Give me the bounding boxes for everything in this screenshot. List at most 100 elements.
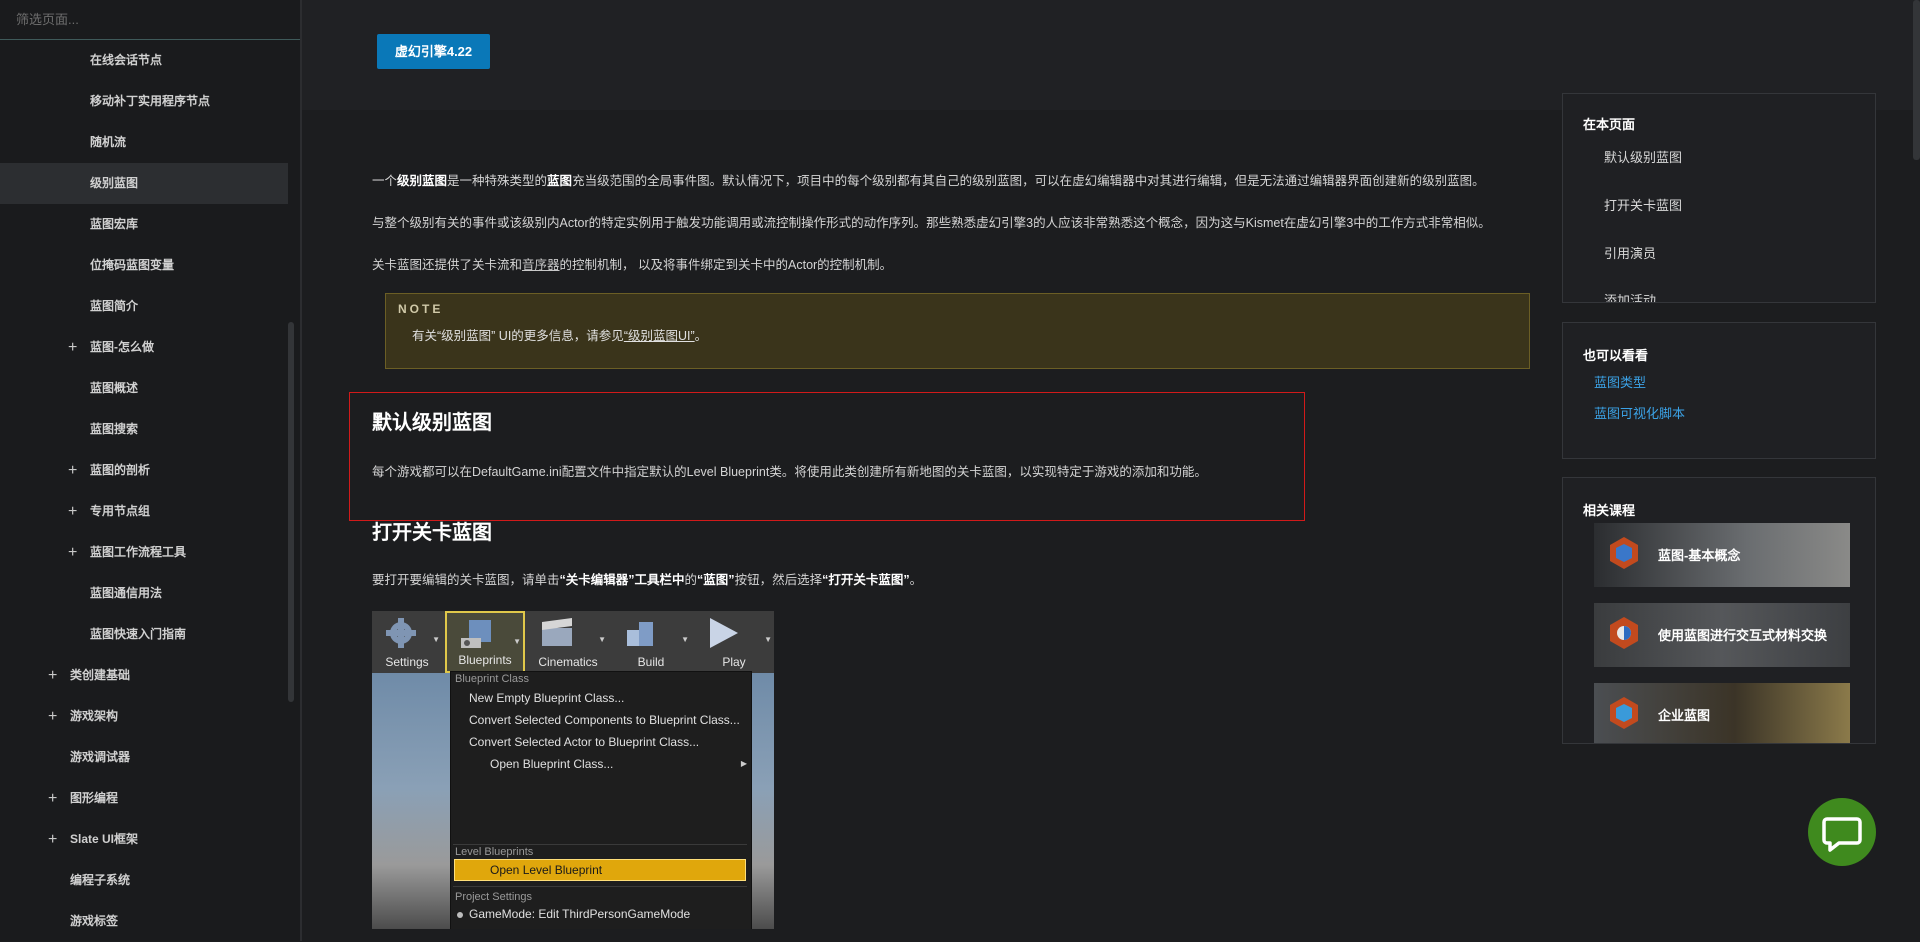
course-badge-icon [1610, 537, 1638, 569]
settings-icon [386, 618, 416, 648]
sidebar-item[interactable]: 蓝图简介 [0, 286, 288, 327]
sidebar-item[interactable]: 蓝图通信用法 [0, 573, 288, 614]
plus-icon[interactable]: + [48, 655, 57, 696]
sidebar-item[interactable]: 位掩码蓝图变量 [0, 245, 288, 286]
sidebar-item[interactable]: 蓝图搜索 [0, 409, 288, 450]
filter-box [0, 0, 300, 40]
section-text-default-level-blueprint: 每个游戏都可以在DefaultGame.ini配置文件中指定默认的Level B… [372, 465, 1207, 479]
sidebar-item-label: 在线会话节点 [90, 53, 163, 67]
menu-item-convert-actor: Convert Selected Actor to Blueprint Clas… [469, 735, 700, 749]
sidebar-item[interactable]: 移动补丁实用程序节点 [0, 81, 288, 122]
plus-icon[interactable]: + [68, 450, 77, 491]
sidebar-item-label: 蓝图工作流程工具 [90, 545, 187, 559]
sidebar-item[interactable]: 级别蓝图 [0, 163, 288, 204]
toc-title: 在本页面 [1583, 117, 1636, 132]
sidebar-item[interactable]: 游戏调试器 [0, 737, 288, 778]
sidebar-item-label: 蓝图-怎么做 [90, 340, 154, 354]
sidebar-item[interactable]: 蓝图快速入门指南 [0, 614, 288, 655]
sidebar-item-label: 蓝图通信用法 [90, 586, 163, 600]
blueprints-menu: Blueprint Class New Empty Blueprint Clas… [450, 671, 752, 929]
sidebar-item[interactable]: 在线会话节点 [0, 40, 288, 81]
toc-link-add-events[interactable]: 添加活动 [1604, 290, 1656, 302]
sidebar-nav: 在线会话节点 移动补丁实用程序节点 随机流 级别蓝图 蓝图宏库 位掩码蓝图变量 蓝图简介 + 蓝… [0, 40, 288, 942]
course-card-enterprise-blueprints[interactable]: 企业蓝图 [1594, 683, 1850, 743]
sidebar-item-label: 随机流 [90, 135, 127, 149]
chat-button[interactable] [1808, 798, 1876, 866]
filter-input[interactable] [0, 0, 300, 39]
chat-icon [1822, 817, 1862, 852]
intro-paragraph-1: 一个级别蓝图是一种特殊类型的蓝图充当级范围的全局事件图。默认情况下，项目中的每个… [372, 174, 1485, 188]
plus-icon[interactable]: + [68, 327, 77, 368]
sidebar-item[interactable]: 编程子系统 [0, 860, 288, 901]
toolbar-blueprints-label: Blueprints [458, 653, 512, 667]
plus-icon[interactable]: + [48, 819, 57, 860]
editor-toolbar: Settings ▼ Blueprints ▼ Cinematics ▼ Bui… [372, 611, 774, 674]
gamemode-dot-icon [457, 912, 463, 918]
sidebar-item-label: 编程子系统 [70, 873, 131, 887]
toc-panel: 在本页面 默认级别蓝图 打开关卡蓝图 引用演员 添加活动 [1562, 93, 1876, 303]
sidebar-item-label: 游戏标签 [70, 914, 119, 928]
sidebar-item[interactable]: + 专用节点组 [0, 491, 288, 532]
note-title: NOTE [398, 302, 444, 316]
plus-icon[interactable]: + [68, 532, 77, 573]
sidebar-item-label: Slate UI框架 [70, 832, 139, 846]
section-text-open-level-blueprint: 要打开要编辑的关卡蓝图，请单击“关卡编辑器”工具栏中的“蓝图”按钮，然后选择“打… [372, 573, 923, 587]
course-card-material-swap[interactable]: 使用蓝图进行交互式材料交换 [1594, 603, 1850, 667]
dropdown-arrow-icon: ▼ [598, 635, 606, 644]
toc-link-reference-actors[interactable]: 引用演员 [1604, 243, 1656, 262]
plus-icon[interactable]: + [48, 778, 57, 819]
level-blueprint-ui-link[interactable]: “级别蓝图UI” [624, 329, 695, 343]
sequencer-link[interactable]: 音序器 [522, 258, 560, 272]
menu-item-convert-components: Convert Selected Components to Blueprint… [469, 713, 740, 727]
submenu-arrow-icon: ▶ [740, 759, 747, 768]
blueprints-icon [461, 620, 491, 648]
sidebar-item[interactable]: + 蓝图工作流程工具 [0, 532, 288, 573]
course-badge-icon [1610, 697, 1638, 729]
course-title: 企业蓝图 [1658, 708, 1711, 723]
sidebar-item[interactable]: + 图形编程 [0, 778, 288, 819]
plus-icon[interactable]: + [68, 491, 77, 532]
dropdown-arrow-icon: ▼ [513, 637, 521, 646]
sidebar-item[interactable]: 随机流 [0, 122, 288, 163]
sidebar-item[interactable]: 游戏标签 [0, 901, 288, 942]
sidebar-item-label: 蓝图搜索 [90, 422, 139, 436]
see-also-link-blueprint-types[interactable]: 蓝图类型 [1594, 372, 1646, 391]
course-card-blueprint-basics[interactable]: 蓝图-基本概念 [1594, 523, 1850, 587]
highlight-box [349, 392, 1305, 521]
build-icon [627, 622, 653, 646]
editor-screenshot: Settings ▼ Blueprints ▼ Cinematics ▼ Bui… [372, 611, 774, 929]
sidebar-scrollbar[interactable] [288, 322, 294, 702]
toolbar-cinematics: Cinematics ▼ [528, 611, 608, 673]
sidebar-item[interactable]: + Slate UI框架 [0, 819, 288, 860]
toolbar-build-label: Build [637, 655, 665, 669]
sidebar-item[interactable]: 蓝图概述 [0, 368, 288, 409]
toolbar-settings-label: Settings [385, 655, 429, 669]
see-also-link-visual-scripting[interactable]: 蓝图可视化脚本 [1594, 403, 1685, 422]
dropdown-arrow-icon: ▼ [432, 635, 440, 644]
courses-panel: 相关课程 蓝图-基本概念 使用蓝图进行交互式材料交换 企业蓝图 [1562, 477, 1876, 744]
dropdown-arrow-icon: ▼ [681, 635, 689, 644]
sidebar-item-label: 类创建基础 [70, 668, 131, 682]
intro-paragraph-3: 关卡蓝图还提供了关卡流和音序器的控制机制， 以及将事件绑定到关卡中的Actor的… [372, 258, 893, 272]
sidebar-item-label: 图形编程 [70, 791, 119, 805]
plus-icon[interactable]: + [48, 696, 57, 737]
page-scrollbar[interactable] [1913, 0, 1920, 160]
sidebar-item-label: 游戏调试器 [70, 750, 131, 764]
toc-link-open-level-blueprint[interactable]: 打开关卡蓝图 [1604, 195, 1682, 214]
menu-item-new-empty-blueprint: New Empty Blueprint Class... [469, 691, 625, 705]
sidebar-item[interactable]: + 蓝图-怎么做 [0, 327, 288, 368]
sidebar-item-label: 蓝图概述 [90, 381, 139, 395]
section-heading-open-level-blueprint: 打开关卡蓝图 [372, 522, 492, 544]
version-button[interactable]: 虚幻引擎4.22 [377, 34, 490, 69]
sidebar-item[interactable]: + 蓝图的剖析 [0, 450, 288, 491]
menu-item-gamemode-edit: GameMode: Edit ThirdPersonGameMode [469, 907, 691, 921]
sidebar-item[interactable]: 蓝图宏库 [0, 204, 288, 245]
sidebar-item-label: 蓝图的剖析 [90, 463, 151, 477]
menu-section-blueprint-class: Blueprint Class [455, 673, 529, 685]
sidebar-item[interactable]: + 类创建基础 [0, 655, 288, 696]
sidebar-item[interactable]: + 游戏架构 [0, 696, 288, 737]
toc-link-default-level-blueprint[interactable]: 默认级别蓝图 [1604, 147, 1682, 166]
course-title: 蓝图-基本概念 [1658, 548, 1741, 563]
sidebar-item-label: 蓝图快速入门指南 [90, 627, 187, 641]
sidebar-item-label: 游戏架构 [70, 709, 119, 723]
